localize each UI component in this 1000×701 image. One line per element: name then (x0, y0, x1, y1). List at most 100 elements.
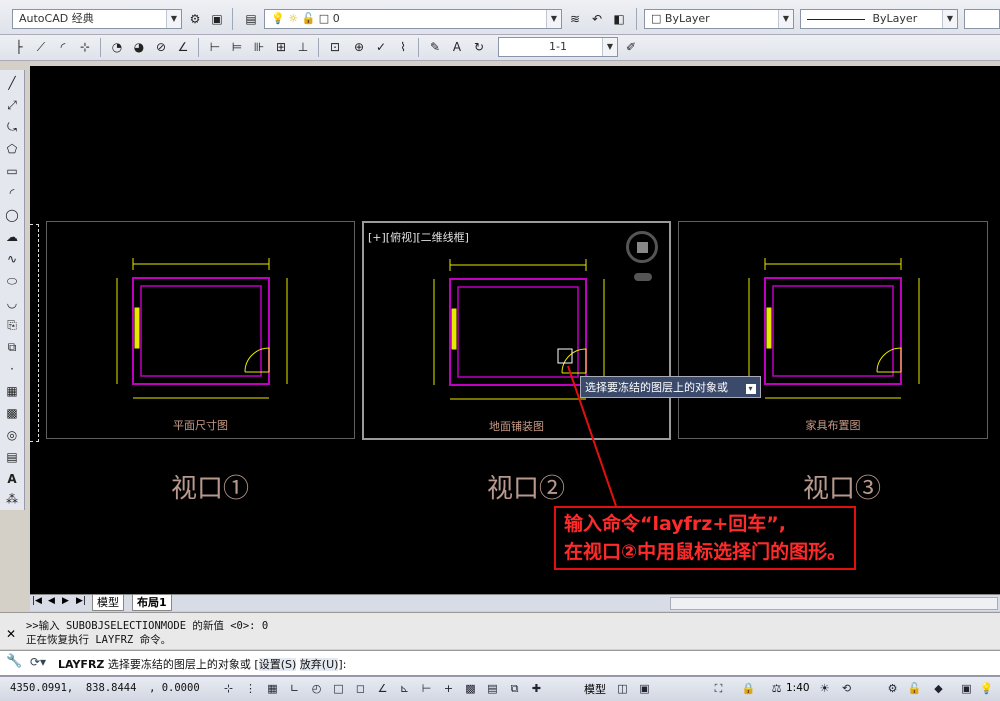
dim-edit-icon[interactable]: ✎ (426, 38, 444, 56)
model-space-toggle[interactable]: 模型 (584, 681, 606, 697)
viewport-3[interactable]: 家具布置图 (678, 221, 988, 439)
ortho-mode-icon[interactable]: ∟ (286, 680, 303, 697)
region-icon[interactable]: ◎ (3, 426, 21, 444)
dimstyle-select[interactable]: 1-1 ▼ (498, 37, 618, 57)
dim-diameter-icon[interactable]: ⊘ (152, 38, 170, 56)
coordinates-readout[interactable]: 4350.0991, 838.8444 , 0.0000 (10, 682, 200, 694)
dim-baseline-icon[interactable]: ⊨ (228, 38, 246, 56)
color-select[interactable]: □ ByLayer ▼ (644, 9, 794, 29)
3d-osnap-icon[interactable]: ◻ (352, 680, 369, 697)
chevron-down-icon[interactable]: ▼ (546, 10, 561, 28)
make-current-layer-icon[interactable]: ≋ (566, 10, 584, 28)
layer-select[interactable]: 💡 ☼ 🔓 □ 0 ▼ (264, 9, 562, 29)
dim-ordinate-icon[interactable]: ⊹ (76, 38, 94, 56)
chevron-down-icon[interactable]: ▼ (942, 10, 957, 28)
dim-update-icon[interactable]: ↻ (470, 38, 488, 56)
dim-arc-icon[interactable]: ◜ (54, 38, 72, 56)
recent-commands-icon[interactable]: ⟳▾ (30, 655, 46, 669)
tab-nav-last-icon[interactable]: ▶| (76, 596, 86, 606)
quick-properties-icon[interactable]: ▤ (484, 680, 501, 697)
add-selected-icon[interactable]: ⁂ (3, 490, 21, 508)
tab-layout1[interactable]: 布局1 (132, 595, 172, 611)
workspace-settings-icon[interactable]: ⚙ (186, 10, 204, 28)
isolate-objects-icon[interactable]: ▣ (958, 680, 975, 697)
layer-properties-icon[interactable]: ▤ (242, 10, 260, 28)
annotation-monitor-icon[interactable]: ✚ (528, 680, 545, 697)
tooltip-expand-icon[interactable]: ▾ (745, 384, 756, 394)
circle-icon[interactable]: ◯ (3, 206, 21, 224)
rectangle-icon[interactable]: ▭ (3, 162, 21, 180)
construction-line-icon[interactable]: ⤢ (3, 96, 21, 114)
hardware-acceleration-icon[interactable]: ◆ (930, 680, 947, 697)
dynamic-input-icon[interactable]: ⊢ (418, 680, 435, 697)
option-undo[interactable]: 放弃(U) (299, 658, 339, 671)
chevron-down-icon[interactable]: ▼ (602, 38, 617, 56)
dim-linear-icon[interactable]: ├ (10, 38, 28, 56)
snap-mode-icon[interactable]: ⋮ (242, 680, 259, 697)
inspection-icon[interactable]: ✓ (372, 38, 390, 56)
tolerance-icon[interactable]: ⊡ (326, 38, 344, 56)
layer-state-icon[interactable]: ◧ (610, 10, 628, 28)
grid-display-icon[interactable]: ▦ (264, 680, 281, 697)
viewport-1[interactable]: 平面尺寸图 (46, 221, 355, 439)
polyline-icon[interactable]: ⤿ (3, 118, 21, 136)
quick-view-drawings-icon[interactable]: ▣ (636, 680, 653, 697)
wrench-icon[interactable]: 🔧 (6, 654, 22, 669)
arc-icon[interactable]: ◜ (3, 184, 21, 202)
dim-text-edit-icon[interactable]: A (448, 38, 466, 56)
layer-previous-icon[interactable]: ↶ (588, 10, 606, 28)
toolbar-lock-status-icon[interactable]: 🔓 (906, 680, 923, 697)
center-mark-icon[interactable]: ⊕ (350, 38, 368, 56)
annotation-scale-value[interactable]: 1:40 (786, 682, 810, 694)
chevron-down-icon[interactable]: ▼ (166, 10, 181, 28)
dim-angular-icon[interactable]: ∠ (174, 38, 192, 56)
chevron-down-icon[interactable]: ▼ (778, 10, 793, 28)
hatch-icon[interactable]: ▦ (3, 382, 21, 400)
toolbar-lock-icon[interactable]: ▣ (208, 10, 226, 28)
horizontal-scrollbar[interactable] (670, 597, 998, 610)
dynamic-ucs-icon[interactable]: ⊾ (396, 680, 413, 697)
auto-scale-icon[interactable]: ⟲ (838, 680, 855, 697)
tab-nav-prev-icon[interactable]: ◀ (48, 596, 55, 606)
tab-model[interactable]: 模型 (92, 595, 124, 611)
transparency-icon[interactable]: ▩ (462, 680, 479, 697)
lineweight-select[interactable] (964, 9, 1000, 29)
annotation-visibility-icon[interactable]: ☀ (816, 680, 833, 697)
polar-tracking-icon[interactable]: ◴ (308, 680, 325, 697)
line-icon[interactable]: ╱ (3, 74, 21, 92)
workspace-select[interactable]: AutoCAD 经典 ▼ (12, 9, 182, 29)
dim-jogged-icon[interactable]: ◕ (130, 38, 148, 56)
lock-viewport-icon[interactable]: 🔒 (740, 680, 757, 697)
dim-space-icon[interactable]: ⊞ (272, 38, 290, 56)
lineweight-icon[interactable]: + (440, 680, 457, 697)
dimstyle-manager-icon[interactable]: ✐ (622, 38, 640, 56)
insert-block-icon[interactable]: ⎘ (3, 316, 21, 334)
linetype-select[interactable]: ByLayer ▼ (800, 9, 958, 29)
viewport-2[interactable]: [+][俯视][二维线框] 地面铺装图 (362, 221, 671, 440)
table-icon[interactable]: ▤ (3, 448, 21, 466)
drawing-area[interactable]: 平面尺寸图 [+][俯视][二维线框] 地面铺装图 家具布置图 视口① 视口② … (30, 66, 1000, 594)
tab-nav-next-icon[interactable]: ▶ (62, 596, 69, 606)
option-settings[interactable]: 设置(S) (258, 658, 297, 671)
selection-cycling-icon[interactable]: ⧉ (506, 680, 523, 697)
workspace-switching-icon[interactable]: ⚙ (884, 680, 901, 697)
wcs-menu-icon[interactable] (634, 273, 652, 281)
viewcube-icon[interactable] (626, 231, 658, 263)
bulb-status-icon[interactable]: 💡 (978, 680, 995, 697)
ellipse-arc-icon[interactable]: ◡ (3, 294, 21, 312)
revision-cloud-icon[interactable]: ☁ (3, 228, 21, 246)
object-snap-icon[interactable]: □ (330, 680, 347, 697)
quick-dim-icon[interactable]: ⊢ (206, 38, 224, 56)
jogged-linear-icon[interactable]: ⌇ (394, 38, 412, 56)
command-line[interactable]: 🔧 ⟳▾ LAYFRZ 选择要冻结的图层上的对象或 [设置(S) 放弃(U)]: (0, 650, 1000, 676)
point-icon[interactable]: · (3, 360, 21, 378)
polygon-icon[interactable]: ⬠ (3, 140, 21, 158)
maximize-viewport-icon[interactable]: ⛶ (710, 680, 727, 697)
dim-break-icon[interactable]: ⊥ (294, 38, 312, 56)
annotation-scale-icon[interactable]: ⚖ (768, 680, 785, 697)
make-block-icon[interactable]: ⧉ (3, 338, 21, 356)
spline-icon[interactable]: ∿ (3, 250, 21, 268)
mtext-icon[interactable]: A (3, 470, 21, 488)
tab-nav-first-icon[interactable]: |◀ (32, 596, 42, 606)
close-icon[interactable]: ✕ (6, 627, 16, 641)
